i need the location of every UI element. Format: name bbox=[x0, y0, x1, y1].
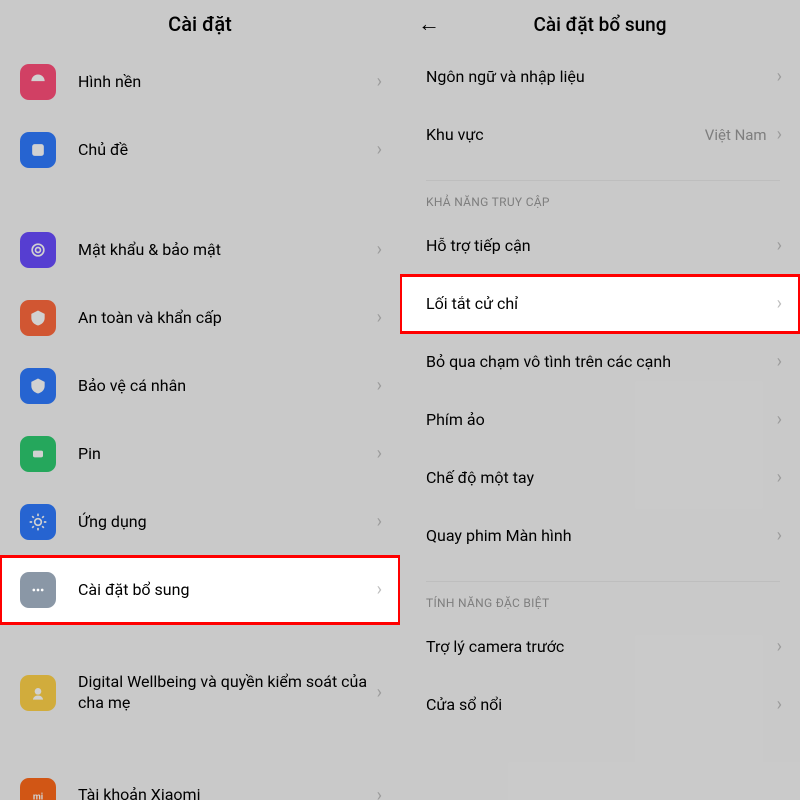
chevron-right-icon: › bbox=[377, 581, 382, 599]
row-xiaomi-account[interactable]: mi Tài khoản Xiaomi › bbox=[0, 762, 400, 800]
row-label: Bỏ qua chạm vô tình trên các cạnh bbox=[426, 352, 773, 373]
chevron-right-icon: › bbox=[377, 73, 382, 91]
row-theme[interactable]: Chủ đề › bbox=[0, 116, 400, 184]
header-left: Cài đặt bbox=[0, 0, 400, 48]
chevron-right-icon: › bbox=[377, 445, 382, 463]
chevron-right-icon: › bbox=[377, 684, 382, 702]
row-label: Chế độ một tay bbox=[426, 468, 773, 489]
chevron-right-icon: › bbox=[777, 126, 782, 144]
chevron-right-icon: › bbox=[377, 141, 382, 159]
row-label: Quay phim Màn hình bbox=[426, 526, 773, 547]
section-title-special: TÍNH NĂNG ĐẶC BIỆT bbox=[400, 582, 800, 618]
shield-icon bbox=[20, 368, 56, 404]
chevron-right-icon: › bbox=[377, 513, 382, 531]
row-label: Cửa sổ nổi bbox=[426, 695, 773, 716]
svg-text:mi: mi bbox=[33, 792, 43, 800]
row-label: Mật khẩu & bảo mật bbox=[78, 240, 373, 261]
theme-icon bbox=[20, 132, 56, 168]
battery-icon bbox=[20, 436, 56, 472]
more-icon bbox=[20, 572, 56, 608]
chevron-right-icon: › bbox=[777, 638, 782, 656]
back-button[interactable]: ← bbox=[418, 14, 440, 36]
header-right: ← Cài đặt bổ sung bbox=[400, 0, 800, 48]
row-wallpaper[interactable]: Hình nền › bbox=[0, 48, 400, 116]
wellbeing-icon bbox=[20, 675, 56, 711]
wallpaper-icon bbox=[20, 64, 56, 100]
row-floating-windows[interactable]: Cửa sổ nổi › bbox=[400, 676, 800, 734]
fingerprint-icon bbox=[20, 232, 56, 268]
chevron-right-icon: › bbox=[777, 411, 782, 429]
page-title-right: Cài đặt bổ sung bbox=[533, 13, 666, 36]
row-accessibility-support[interactable]: Hỗ trợ tiếp cận › bbox=[400, 217, 800, 275]
row-label: Hỗ trợ tiếp cận bbox=[426, 236, 773, 257]
row-label: Chủ đề bbox=[78, 140, 373, 161]
row-additional-settings[interactable]: Cài đặt bổ sung › bbox=[0, 556, 400, 624]
row-safety-emergency[interactable]: An toàn và khẩn cấp › bbox=[0, 284, 400, 352]
chevron-right-icon: › bbox=[777, 68, 782, 86]
chevron-right-icon: › bbox=[377, 377, 382, 395]
chevron-right-icon: › bbox=[777, 295, 782, 313]
section-title-accessibility: KHẢ NĂNG TRUY CẬP bbox=[400, 181, 800, 217]
page-title-left: Cài đặt bbox=[168, 12, 232, 36]
row-front-camera-assistant[interactable]: Trợ lý camera trước › bbox=[400, 618, 800, 676]
row-label: Hình nền bbox=[78, 72, 373, 93]
row-label: Tài khoản Xiaomi bbox=[78, 785, 373, 800]
row-label: Khu vực bbox=[426, 125, 705, 146]
row-region[interactable]: Khu vực Việt Nam › bbox=[400, 106, 800, 164]
row-label: Digital Wellbeing và quyền kiểm soát của… bbox=[78, 672, 373, 714]
row-password-security[interactable]: Mật khẩu & bảo mật › bbox=[0, 216, 400, 284]
chevron-right-icon: › bbox=[777, 237, 782, 255]
row-value: Việt Nam bbox=[705, 126, 767, 144]
row-label: An toàn và khẩn cấp bbox=[78, 308, 373, 329]
row-label: Lối tắt cử chỉ bbox=[426, 294, 773, 315]
row-language-input[interactable]: Ngôn ngữ và nhập liệu › bbox=[400, 48, 800, 106]
row-ignore-accidental-touch[interactable]: Bỏ qua chạm vô tình trên các cạnh › bbox=[400, 333, 800, 391]
row-label: Ngôn ngữ và nhập liệu bbox=[426, 67, 773, 88]
screen-settings: Cài đặt Hình nền › Chủ đề › bbox=[0, 0, 400, 800]
mi-icon: mi bbox=[20, 778, 56, 800]
gear-icon bbox=[20, 504, 56, 540]
row-screen-recorder[interactable]: Quay phim Màn hình › bbox=[400, 507, 800, 565]
row-label: Cài đặt bổ sung bbox=[78, 580, 373, 601]
row-virtual-keys[interactable]: Phím ảo › bbox=[400, 391, 800, 449]
row-label: Ứng dụng bbox=[78, 512, 373, 533]
row-label: Trợ lý camera trước bbox=[426, 637, 773, 658]
chevron-right-icon: › bbox=[777, 353, 782, 371]
row-privacy[interactable]: Bảo vệ cá nhân › bbox=[0, 352, 400, 420]
list-right: Ngôn ngữ và nhập liệu › Khu vực Việt Nam… bbox=[400, 48, 800, 734]
row-label: Bảo vệ cá nhân bbox=[78, 376, 373, 397]
chevron-right-icon: › bbox=[377, 309, 382, 327]
row-digital-wellbeing[interactable]: Digital Wellbeing và quyền kiểm soát của… bbox=[0, 656, 400, 730]
chevron-right-icon: › bbox=[777, 527, 782, 545]
row-label: Pin bbox=[78, 444, 373, 465]
screen-additional-settings: ← Cài đặt bổ sung Ngôn ngữ và nhập liệu … bbox=[400, 0, 800, 800]
row-battery[interactable]: Pin › bbox=[0, 420, 400, 488]
list-left: Hình nền › Chủ đề › Mật khẩu & bảo mật › bbox=[0, 48, 400, 800]
chevron-right-icon: › bbox=[377, 241, 382, 259]
shield-house-icon bbox=[20, 300, 56, 336]
row-one-hand-mode[interactable]: Chế độ một tay › bbox=[400, 449, 800, 507]
chevron-right-icon: › bbox=[377, 787, 382, 800]
row-label: Phím ảo bbox=[426, 410, 773, 431]
chevron-right-icon: › bbox=[777, 469, 782, 487]
chevron-right-icon: › bbox=[777, 696, 782, 714]
row-gesture-shortcuts[interactable]: Lối tắt cử chỉ › bbox=[400, 275, 800, 333]
row-apps[interactable]: Ứng dụng › bbox=[0, 488, 400, 556]
